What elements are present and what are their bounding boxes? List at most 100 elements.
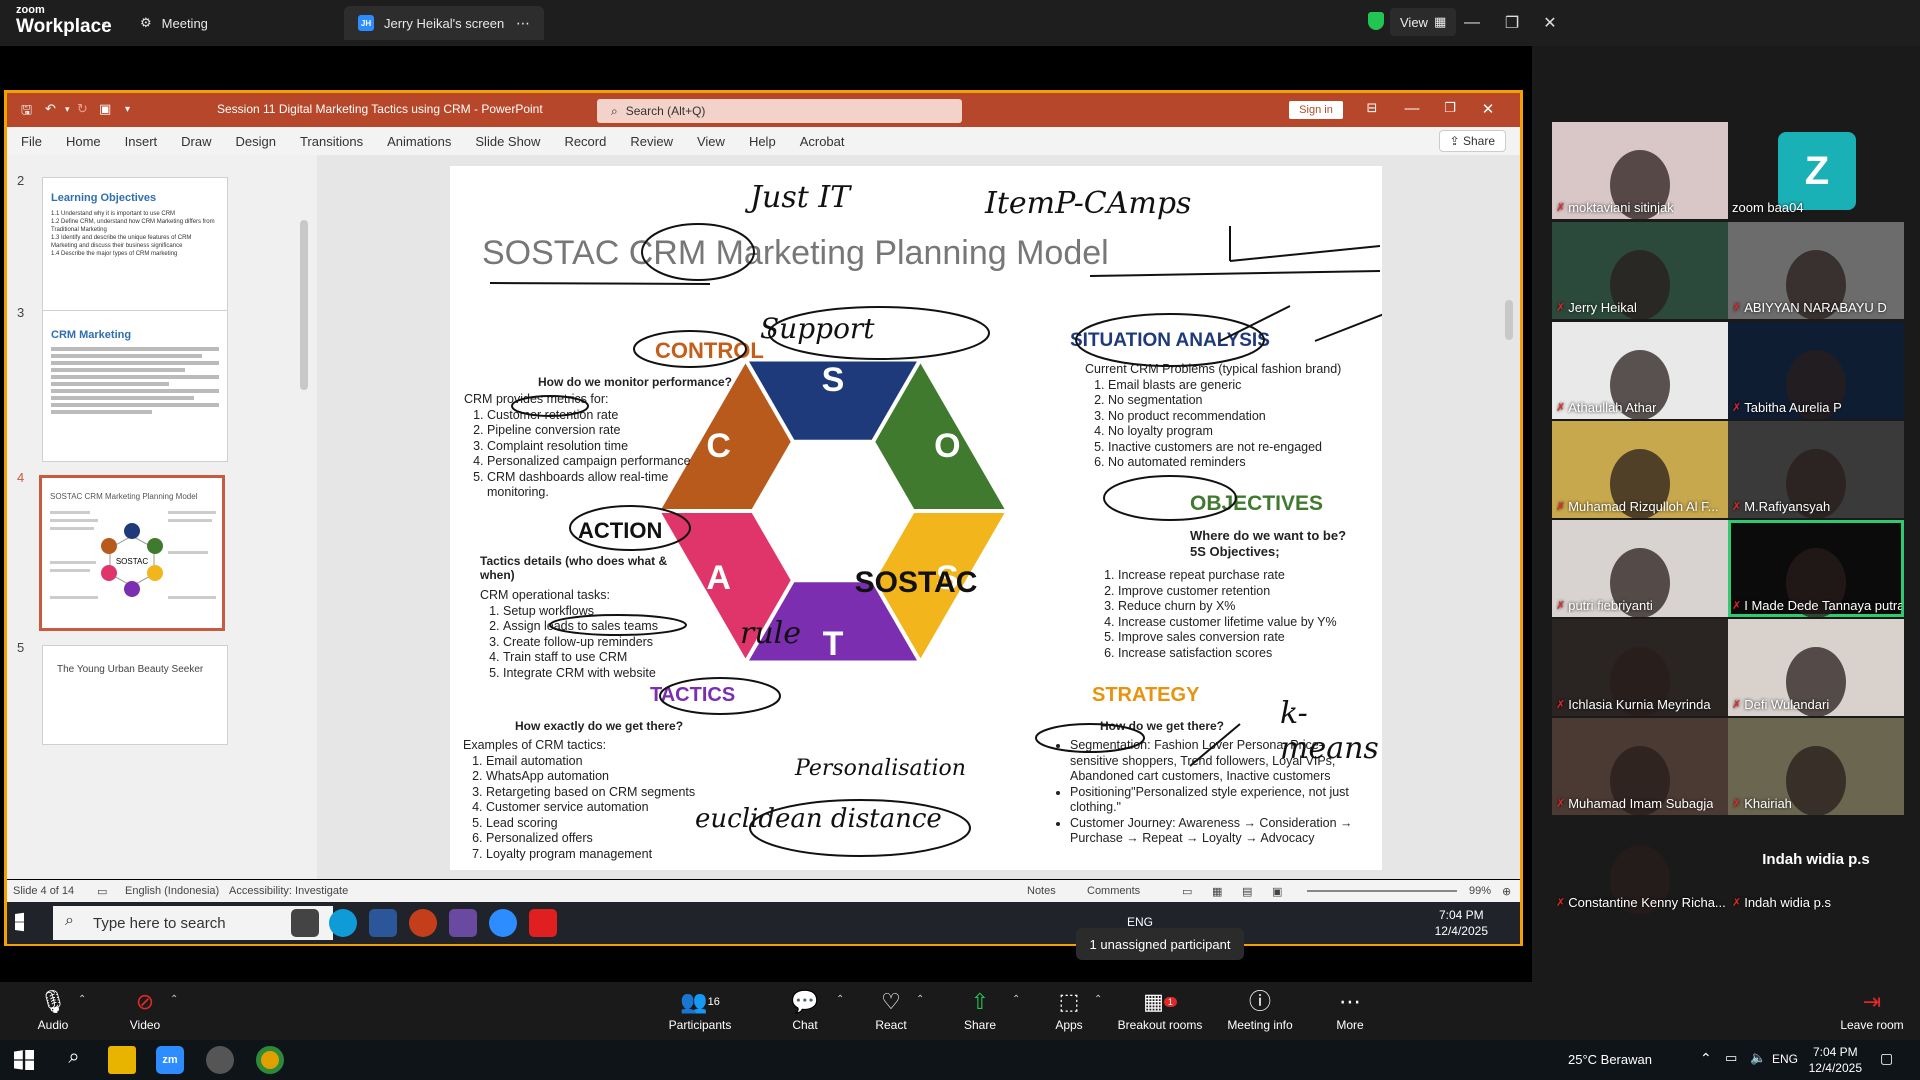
- shield-check-icon[interactable]: [1368, 12, 1384, 30]
- thumbnail-scrollbar[interactable]: [298, 160, 310, 874]
- undo-icon[interactable]: ↶: [45, 101, 56, 117]
- chrome-icon[interactable]: [256, 1046, 284, 1074]
- slide-thumbnail-5[interactable]: The Young Urban Beauty Seeker: [42, 645, 228, 745]
- app-icon[interactable]: [206, 1046, 234, 1074]
- participant-tile[interactable]: ✗ moktaviani sitinjak: [1552, 122, 1728, 219]
- accessibility-status[interactable]: Accessibility: Investigate: [229, 885, 348, 897]
- notes-button[interactable]: Notes: [1027, 885, 1056, 897]
- slideshow-icon[interactable]: ▣: [1272, 885, 1282, 898]
- chevron-up-icon[interactable]: ⌃: [836, 994, 844, 1005]
- app-icon[interactable]: [449, 909, 477, 937]
- tab-file[interactable]: File: [7, 134, 54, 149]
- slide-thumbnail-3[interactable]: CRM Marketing: [42, 310, 228, 462]
- video-button[interactable]: ⊘ Video: [120, 988, 170, 1032]
- participant-tile[interactable]: ✗ I Made Dede Tannaya putra: [1728, 520, 1904, 617]
- participant-tile[interactable]: ✗ Muhamad Imam Subagja: [1552, 718, 1728, 815]
- slide-sorter-icon[interactable]: ▦: [1212, 885, 1222, 898]
- minimize-button[interactable]: —: [1452, 10, 1492, 36]
- participant-tile[interactable]: Zzoom baa04: [1728, 122, 1904, 219]
- minimize-button[interactable]: —: [1397, 100, 1427, 117]
- chat-button[interactable]: 💬 Chat: [780, 988, 830, 1032]
- restore-button[interactable]: ❐: [1492, 10, 1532, 36]
- participant-tile[interactable]: ✗ putri fiebriyanti: [1552, 520, 1728, 617]
- slide-thumbnail-4[interactable]: SOSTAC CRM Marketing Planning Model SOST…: [39, 475, 225, 631]
- tab-home[interactable]: Home: [54, 134, 113, 149]
- participant-tile[interactable]: ✗ M.Rafiyansyah: [1728, 421, 1904, 518]
- chevron-up-icon[interactable]: ⌃: [170, 994, 178, 1005]
- meeting-info-button[interactable]: ⓘ Meeting info: [1220, 988, 1300, 1032]
- fit-slide-icon[interactable]: ⊕: [1502, 885, 1511, 898]
- powerpoint-icon[interactable]: [409, 909, 437, 937]
- redo-icon[interactable]: ↻: [77, 101, 88, 117]
- tab-meeting[interactable]: ⚙ Meeting: [126, 6, 222, 40]
- tab-shared-screen[interactable]: JH Jerry Heikal's screen ⋯: [344, 6, 544, 40]
- tab-insert[interactable]: Insert: [113, 134, 170, 149]
- chevron-up-icon[interactable]: ⌃: [1094, 994, 1102, 1005]
- tab-record[interactable]: Record: [552, 134, 618, 149]
- windows-start-icon[interactable]: [15, 912, 24, 932]
- tab-transitions[interactable]: Transitions: [288, 134, 375, 149]
- chevron-up-icon[interactable]: ⌃: [916, 994, 924, 1005]
- tab-slide-show[interactable]: Slide Show: [463, 134, 552, 149]
- edge-icon[interactable]: [329, 909, 357, 937]
- notification-icon[interactable]: ▢: [1880, 1050, 1893, 1067]
- taskbar-language[interactable]: ENG: [1127, 915, 1153, 929]
- more-options-icon[interactable]: ⋯: [516, 15, 530, 32]
- presenter-clock[interactable]: 7:04 PM 12/4/2025: [1435, 907, 1488, 939]
- zoom-slider[interactable]: [1307, 890, 1457, 892]
- present-icon[interactable]: ▣: [99, 101, 111, 117]
- customize-icon[interactable]: ▾: [125, 104, 130, 115]
- zoom-app-icon[interactable]: zm: [156, 1046, 184, 1074]
- chevron-up-icon[interactable]: ⌃: [1012, 994, 1020, 1005]
- weather-widget[interactable]: 25°C Berawan: [1568, 1052, 1652, 1067]
- sign-in-button[interactable]: Sign in: [1289, 101, 1343, 119]
- audio-button[interactable]: 🎙 Audio: [28, 988, 78, 1032]
- participant-tile[interactable]: ✗ Jerry Heikal: [1552, 222, 1728, 319]
- more-button[interactable]: ⋯ More: [1325, 988, 1375, 1032]
- zoom-level[interactable]: 99%: [1469, 885, 1491, 897]
- input-language[interactable]: ENG: [1772, 1052, 1798, 1066]
- reading-view-icon[interactable]: ▤: [1242, 885, 1252, 898]
- ribbon-display-icon[interactable]: ⊟: [1357, 100, 1387, 116]
- slide-thumbnail-2[interactable]: Learning Objectives 1.1 Understand why i…: [42, 177, 228, 324]
- volume-icon[interactable]: 🔈: [1750, 1050, 1766, 1066]
- chevron-up-icon[interactable]: ⌃: [78, 994, 86, 1005]
- chevron-up-icon[interactable]: ⌃: [1700, 1050, 1712, 1067]
- network-icon[interactable]: ▭: [1725, 1050, 1737, 1066]
- participant-tile[interactable]: Indah widia p.s ✗ Indah widia p.s: [1728, 817, 1904, 914]
- chevron-down-icon[interactable]: ⌄: [100, 14, 110, 28]
- proofing-icon[interactable]: ▭: [97, 885, 107, 898]
- restore-button[interactable]: ❐: [1435, 100, 1465, 116]
- language-label[interactable]: English (Indonesia): [125, 885, 219, 897]
- participant-tile[interactable]: ✗ Muhamad Rizqulloh Al F...: [1552, 421, 1728, 518]
- normal-view-icon[interactable]: ▭: [1182, 885, 1192, 898]
- participant-tile[interactable]: ✗ ABIYYAN NARABAYU D: [1728, 222, 1904, 319]
- windows-start-icon[interactable]: [14, 1050, 34, 1070]
- acrobat-icon[interactable]: [529, 909, 557, 937]
- tab-animations[interactable]: Animations: [375, 134, 463, 149]
- participant-tile[interactable]: ✗ Tabitha Aurelia P: [1728, 322, 1904, 419]
- save-icon[interactable]: 🖫: [21, 101, 32, 123]
- tab-review[interactable]: Review: [618, 134, 685, 149]
- participant-tile[interactable]: ✗ Ichlasia Kurnia Meyrinda: [1552, 619, 1728, 716]
- participants-button[interactable]: 👥16 Participants: [660, 988, 740, 1032]
- tab-design[interactable]: Design: [224, 134, 288, 149]
- file-explorer-icon[interactable]: [108, 1046, 136, 1074]
- editor-scrollbar[interactable]: [1502, 160, 1516, 874]
- leave-room-button[interactable]: ⇥ Leave room: [1832, 988, 1912, 1032]
- close-button[interactable]: ✕: [1530, 10, 1570, 36]
- task-view-icon[interactable]: [291, 909, 319, 937]
- system-clock[interactable]: 7:04 PM 12/4/2025: [1809, 1044, 1862, 1076]
- participant-tile[interactable]: ✗ Khairiah: [1728, 718, 1904, 815]
- breakout-rooms-button[interactable]: ▦ 1 Breakout rooms: [1115, 988, 1205, 1032]
- chevron-down-icon[interactable]: ▾: [65, 104, 70, 115]
- ppt-share-button[interactable]: ⇪ Share: [1438, 130, 1506, 152]
- search-icon[interactable]: ⌕: [60, 1046, 88, 1074]
- participant-tile[interactable]: ✗ Athaullah Athar: [1552, 322, 1728, 419]
- participant-tile[interactable]: ✗ Constantine Kenny Richa...: [1552, 817, 1728, 914]
- share-screen-button[interactable]: ⇧ Share: [955, 988, 1005, 1032]
- view-button[interactable]: View ▦: [1390, 8, 1457, 36]
- tab-view[interactable]: View: [685, 134, 737, 149]
- ppt-search-box[interactable]: ⌕ Search (Alt+Q): [597, 99, 962, 123]
- close-button[interactable]: ✕: [1473, 100, 1503, 118]
